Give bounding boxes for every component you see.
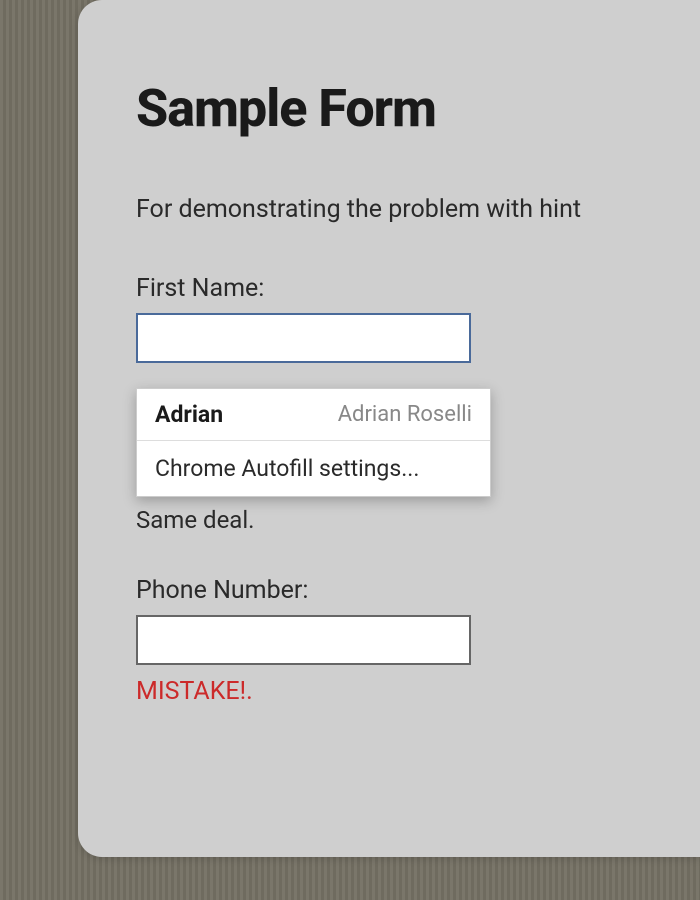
autofill-suggestion-secondary: Adrian Roselli	[338, 402, 472, 427]
autofill-suggestion[interactable]: Adrian Adrian Roselli	[137, 389, 490, 441]
first-name-input[interactable]	[136, 313, 471, 363]
first-name-group: First Name:	[136, 274, 700, 363]
phone-group: Phone Number: MISTAKE!.	[136, 576, 700, 706]
first-name-label: First Name:	[136, 274, 700, 303]
last-name-hint: Same deal.	[136, 506, 700, 534]
phone-error: MISTAKE!.	[136, 677, 700, 706]
page-title: Sample Form	[136, 78, 700, 139]
autofill-suggestion-primary: Adrian	[155, 401, 223, 428]
autofill-dropdown: Adrian Adrian Roselli Chrome Autofill se…	[136, 388, 491, 497]
phone-label: Phone Number:	[136, 576, 700, 605]
page-subtitle: For demonstrating the problem with hint	[136, 195, 700, 224]
phone-input[interactable]	[136, 615, 471, 665]
autofill-settings-link[interactable]: Chrome Autofill settings...	[137, 441, 490, 496]
